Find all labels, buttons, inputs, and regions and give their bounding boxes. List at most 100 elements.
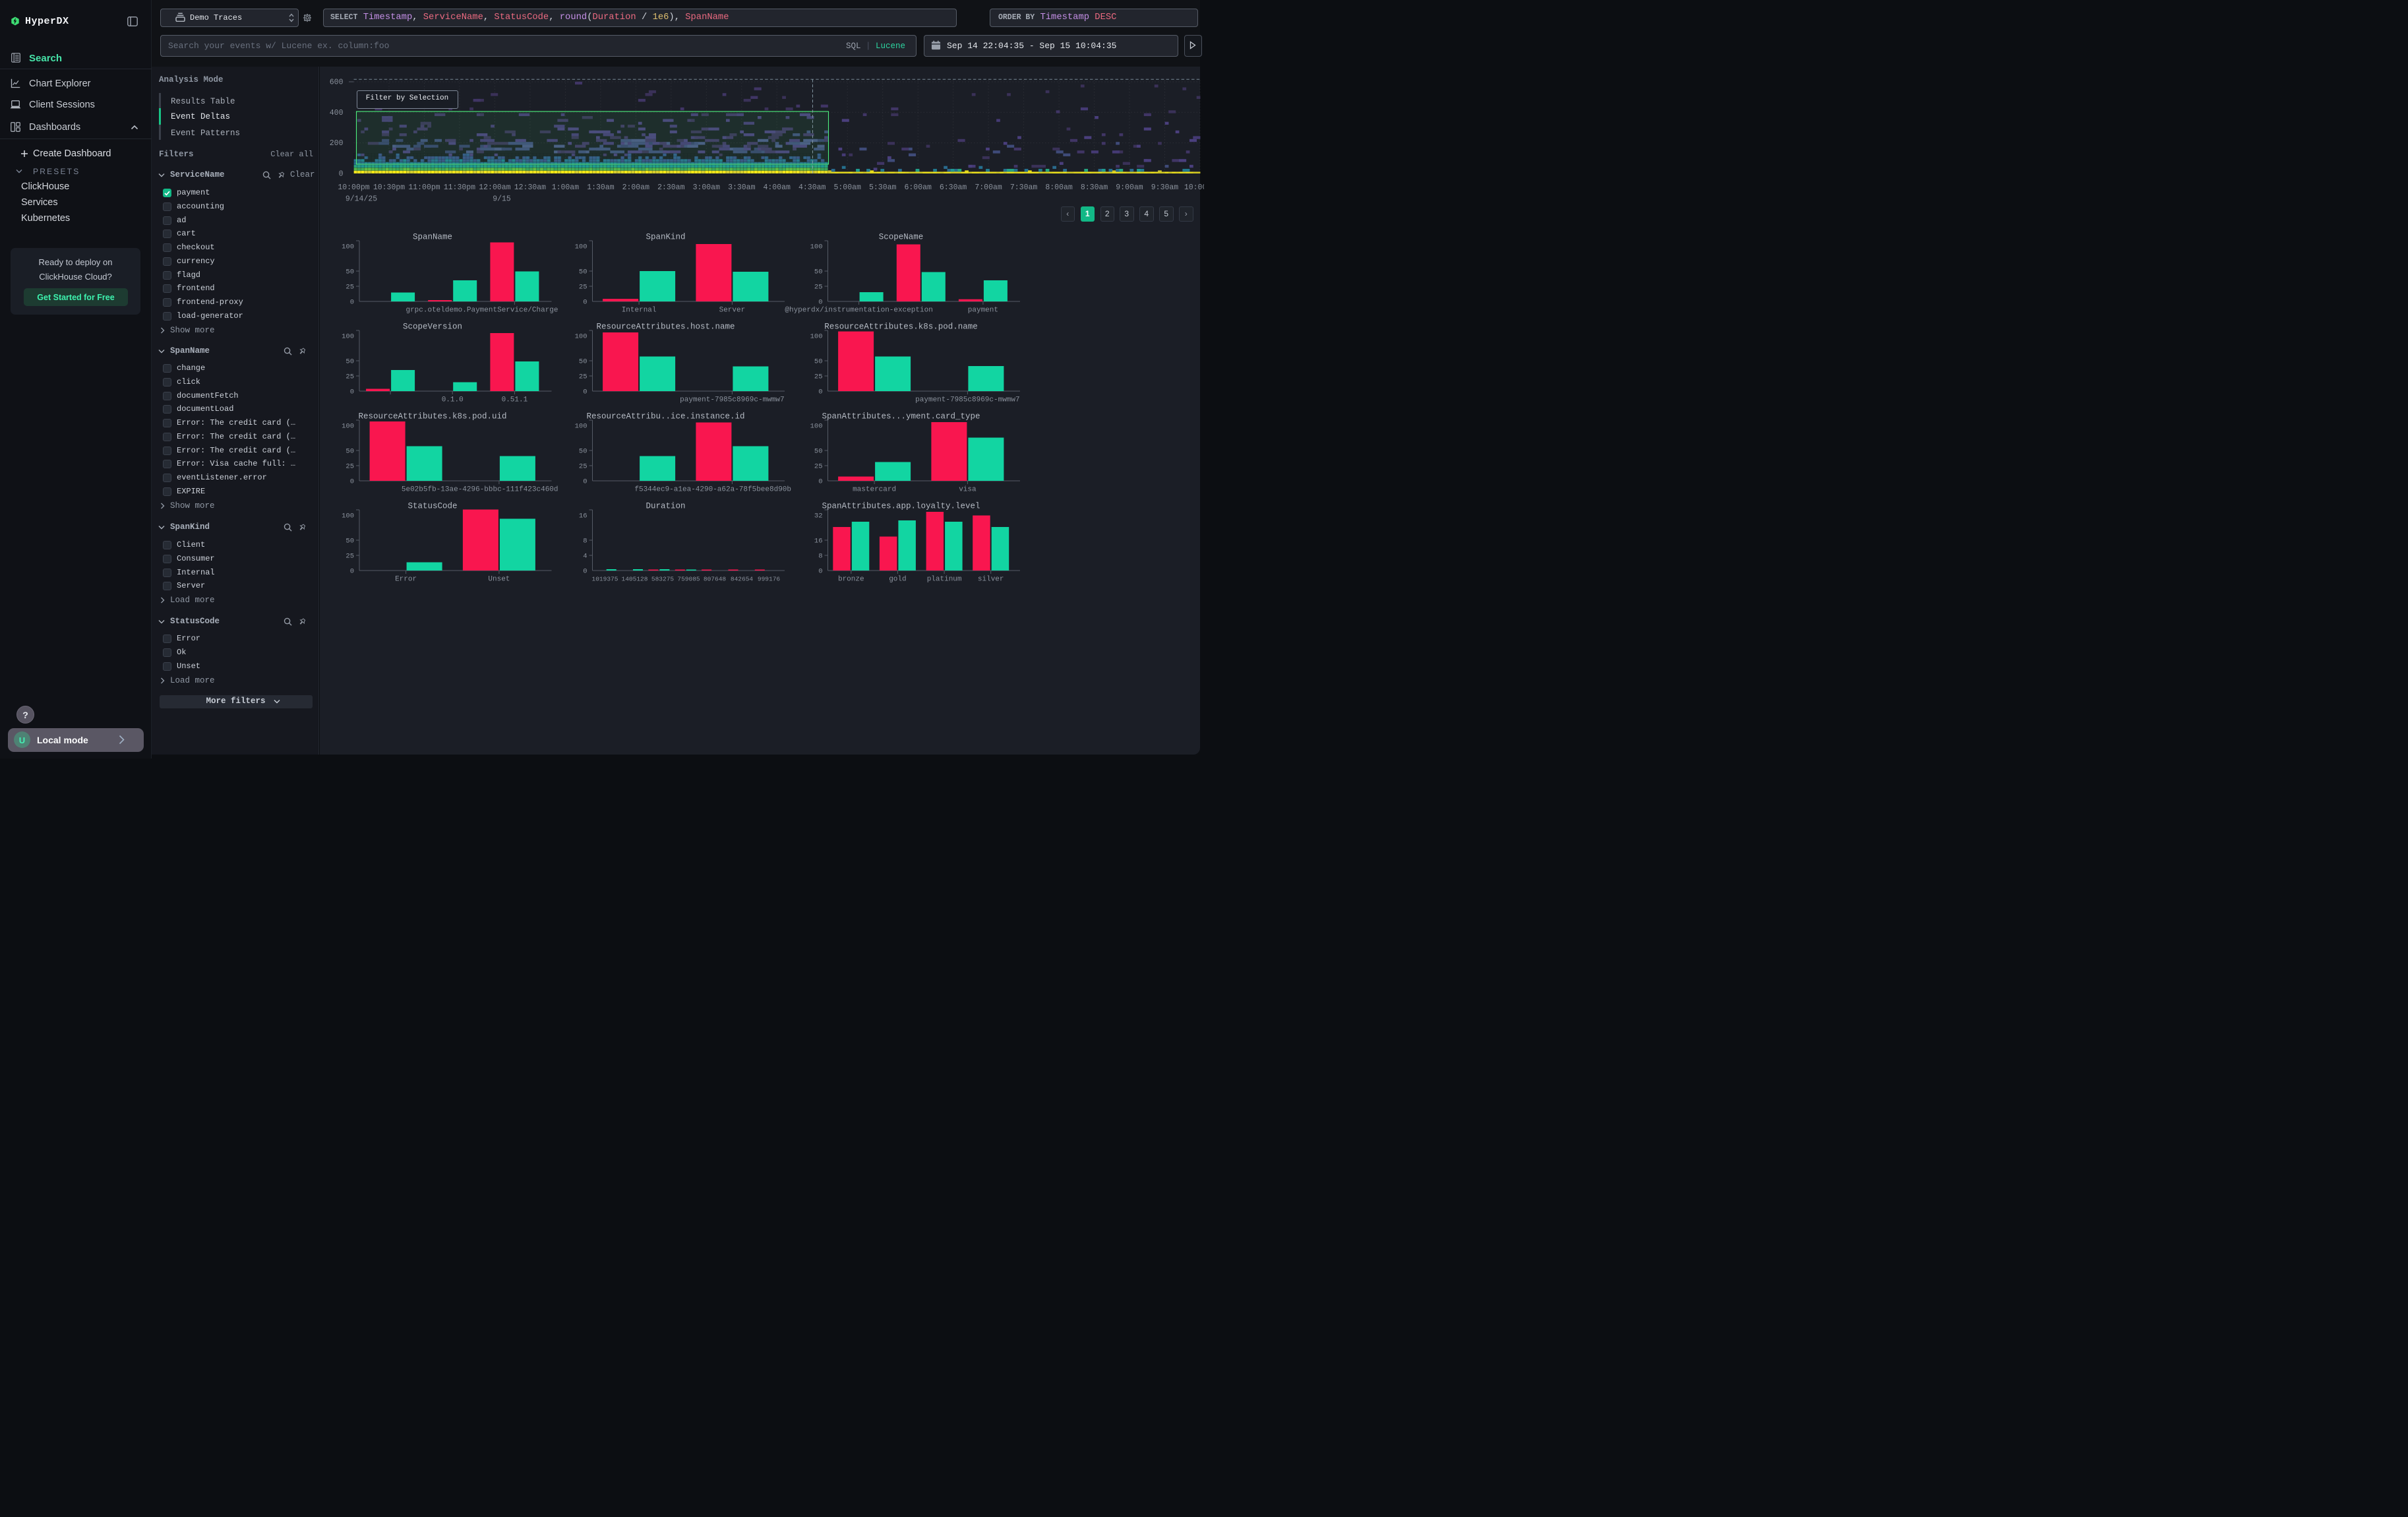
svg-text:100: 100	[810, 423, 823, 431]
svg-text:0: 0	[583, 388, 587, 396]
svg-text:0: 0	[339, 170, 344, 179]
svg-text:f5344ec9-a1ea-4290-a62a-78f5be: f5344ec9-a1ea-4290-a62a-78f5bee8d90b	[634, 486, 791, 494]
svg-text:StatusCode: StatusCode	[407, 502, 457, 511]
svg-text:ResourceAttributes.k8s.pod.nam: ResourceAttributes.k8s.pod.name	[824, 323, 978, 332]
svg-text:Internal: Internal	[622, 307, 657, 315]
svg-text:1019375: 1019375	[592, 576, 618, 583]
svg-text:25: 25	[346, 284, 354, 292]
svg-text:100: 100	[575, 243, 587, 251]
svg-text:visa: visa	[959, 486, 977, 494]
svg-text:SpanAttributes.app.loyalty.lev: SpanAttributes.app.loyalty.level	[822, 502, 980, 511]
svg-text:50: 50	[814, 358, 823, 366]
svg-text:100: 100	[342, 512, 354, 520]
svg-text:5:30am: 5:30am	[869, 183, 897, 192]
svg-text:50: 50	[814, 448, 823, 456]
svg-text:25: 25	[814, 284, 823, 292]
svg-text:9/15: 9/15	[493, 195, 511, 204]
svg-text:25: 25	[814, 373, 823, 381]
svg-text:100: 100	[575, 333, 587, 341]
svg-text:0: 0	[350, 478, 354, 486]
svg-text:50: 50	[346, 538, 354, 545]
svg-text:4:00am: 4:00am	[763, 183, 791, 192]
svg-text:0.51.1: 0.51.1	[502, 396, 528, 404]
svg-text:50: 50	[579, 358, 587, 366]
svg-text:1:30am: 1:30am	[587, 183, 615, 192]
svg-text:0: 0	[350, 388, 354, 396]
svg-text:842654: 842654	[731, 576, 754, 583]
svg-text:SpanAttributes...yment.card_ty: SpanAttributes...yment.card_type	[822, 412, 980, 421]
svg-text:50: 50	[346, 448, 354, 456]
svg-text:ScopeVersion: ScopeVersion	[403, 323, 462, 332]
svg-text:25: 25	[579, 373, 587, 381]
svg-text:1405128: 1405128	[622, 576, 648, 583]
svg-text:25: 25	[346, 553, 354, 561]
svg-text:ScopeName: ScopeName	[879, 233, 924, 242]
svg-text:50: 50	[579, 268, 587, 276]
svg-text:7:00am: 7:00am	[975, 183, 1002, 192]
svg-text:0: 0	[818, 568, 822, 576]
svg-text:9/14/25: 9/14/25	[346, 195, 377, 204]
svg-text:0: 0	[818, 388, 822, 396]
svg-text:SpanKind: SpanKind	[646, 233, 685, 242]
svg-text:2:30am: 2:30am	[657, 183, 685, 192]
svg-text:9:30am: 9:30am	[1151, 183, 1179, 192]
svg-text:ResourceAttributes.host.name: ResourceAttributes.host.name	[596, 323, 735, 332]
svg-text:5:00am: 5:00am	[833, 183, 861, 192]
svg-text:7:30am: 7:30am	[1010, 183, 1038, 192]
svg-text:16: 16	[814, 538, 823, 545]
svg-text:200: 200	[330, 139, 344, 148]
svg-text:50: 50	[579, 448, 587, 456]
svg-text:759085: 759085	[677, 576, 700, 583]
svg-text:platinum: platinum	[927, 576, 962, 584]
svg-text:100: 100	[342, 243, 354, 251]
svg-text:0: 0	[583, 299, 587, 307]
svg-text:100: 100	[342, 423, 354, 431]
svg-text:25: 25	[579, 284, 587, 292]
svg-text:1:00am: 1:00am	[552, 183, 580, 192]
svg-text:583275: 583275	[651, 576, 675, 583]
svg-text:8:00am: 8:00am	[1045, 183, 1073, 192]
svg-text:0: 0	[818, 299, 822, 307]
svg-text:Unset: Unset	[488, 576, 510, 584]
svg-text:5e02b5fb-13ae-4296-bbbc-111f42: 5e02b5fb-13ae-4296-bbbc-111f423c460d	[402, 486, 558, 494]
svg-text:payment-7985c8969c-mwmw7: payment-7985c8969c-mwmw7	[915, 396, 1019, 404]
svg-text:8: 8	[583, 538, 587, 545]
svg-text:silver: silver	[978, 576, 1004, 584]
svg-text:0: 0	[583, 568, 587, 576]
svg-text:@hyperdx/instrumentation-excep: @hyperdx/instrumentation-exception	[785, 307, 932, 315]
svg-text:11:00pm: 11:00pm	[408, 183, 440, 192]
svg-text:4:30am: 4:30am	[798, 183, 826, 192]
svg-text:8:30am: 8:30am	[1081, 183, 1108, 192]
svg-text:100: 100	[810, 333, 823, 341]
svg-text:2:00am: 2:00am	[622, 183, 650, 192]
svg-text:0: 0	[350, 568, 354, 576]
svg-text:3:30am: 3:30am	[728, 183, 756, 192]
svg-text:payment-7985c8969c-mwmw7: payment-7985c8969c-mwmw7	[680, 396, 784, 404]
svg-text:Server: Server	[719, 307, 746, 315]
svg-text:10:00pm: 10:00pm	[338, 183, 369, 192]
svg-text:100: 100	[575, 423, 587, 431]
svg-text:0: 0	[350, 299, 354, 307]
svg-text:600: 600	[330, 78, 344, 87]
svg-text:11:30pm: 11:30pm	[444, 183, 475, 192]
svg-text:25: 25	[346, 373, 354, 381]
svg-text:ResourceAttributes.k8s.pod.uid: ResourceAttributes.k8s.pod.uid	[358, 412, 506, 421]
svg-text:50: 50	[346, 358, 354, 366]
svg-text:0: 0	[583, 478, 587, 486]
svg-text:grpc.oteldemo.PaymentService/C: grpc.oteldemo.PaymentService/Charge	[406, 307, 558, 315]
svg-text:100: 100	[810, 243, 823, 251]
svg-text:32: 32	[814, 512, 823, 520]
svg-text:mastercard: mastercard	[853, 486, 896, 494]
svg-text:0: 0	[818, 478, 822, 486]
svg-text:4: 4	[583, 553, 587, 561]
svg-text:100: 100	[342, 333, 354, 341]
svg-text:SpanName: SpanName	[413, 233, 452, 242]
svg-text:Error: Error	[395, 576, 417, 584]
svg-text:8: 8	[818, 553, 822, 561]
svg-text:6:30am: 6:30am	[940, 183, 967, 192]
svg-text:9:00am: 9:00am	[1116, 183, 1143, 192]
svg-text:0.1.0: 0.1.0	[442, 396, 464, 404]
svg-text:50: 50	[346, 268, 354, 276]
svg-text:25: 25	[814, 463, 823, 471]
svg-text:999176: 999176	[758, 576, 781, 583]
